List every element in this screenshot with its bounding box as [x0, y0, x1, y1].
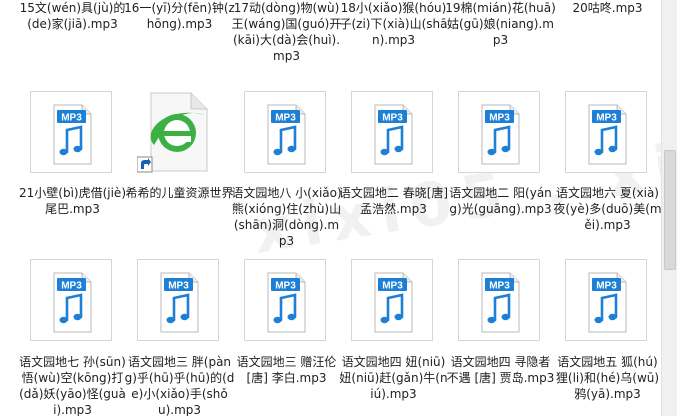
mp3-file-icon: MP3 [30, 259, 112, 341]
file-label: 语文园地二 阳(yáng)光(guāng).mp3 [449, 186, 552, 216]
svg-text:MP3: MP3 [596, 113, 617, 124]
svg-text:MP3: MP3 [61, 113, 82, 124]
svg-text:MP3: MP3 [489, 113, 510, 124]
file-label: 语文园地四 妞(niū)妞(niū)赶(gǎn)牛(niú).mp3 [339, 355, 448, 401]
file-label: 21小壁(bì)虎借(jiè)尾巴.mp3 [19, 186, 126, 216]
mp3-file-icon: MP3 [565, 259, 647, 341]
file-label: 15文(wén)具(jù)的(de)家(jiā).mp3 [19, 1, 126, 31]
svg-text:MP3: MP3 [489, 281, 510, 292]
file-label: 希希的儿童资源世界 [125, 186, 234, 200]
file-label: 语文园地三 赠汪伦[唐] 李白.mp3 [236, 355, 337, 385]
file-label: 18小(xiǎo)猴(hóu)子(zi)下(xià)山(shān).mp3 [339, 1, 448, 47]
file-label: 语文园地三 胖(pàng)乎(hū)乎(hū)的(de)小(xiǎo)手(shǒ… [124, 355, 235, 416]
svg-text:MP3: MP3 [596, 281, 617, 292]
file-label: 19棉(mián)花(huā)姑(gū)娘(niang).mp3 [445, 1, 556, 47]
file-label: 语文园地七 孙(sūn)悟(wù)空(kōng)打(dǎ)妖(yāo)怪(guà… [19, 355, 126, 416]
mp3-file-icon: MP3 [458, 259, 540, 341]
file-label: 语文园地八 小(xiǎo)熊(xióng)住(zhù)山(shān)洞(dòng… [231, 186, 342, 248]
svg-text:MP3: MP3 [168, 281, 189, 292]
file-label: 语文园地四 寻隐者不遇 [唐] 贾岛.mp3 [446, 355, 555, 385]
file-label: 语文园地五 狐(hú)狸(li)和(hé)乌(wū)鸦(yā).mp3 [555, 355, 660, 401]
mp3-file-icon: MP3 [244, 259, 326, 341]
file-label: 16一(yī)分(fēn)钟(zhōng).mp3 [124, 1, 235, 31]
mp3-file-icon: MP3 [458, 91, 540, 173]
ie-shortcut-icon [137, 91, 219, 173]
svg-text:MP3: MP3 [61, 281, 82, 292]
file-label: 17动(dòng)物(wù)王(wáng)国(guó)开(kāi)大(dà)会(… [231, 1, 342, 63]
scrollbar-thumb[interactable] [664, 150, 676, 270]
file-label: 语文园地二 春晓[唐]孟浩然.mp3 [338, 186, 449, 216]
mp3-file-icon: MP3 [565, 91, 647, 173]
svg-text:MP3: MP3 [382, 281, 403, 292]
mp3-file-icon: MP3 [244, 91, 326, 173]
svg-text:MP3: MP3 [275, 113, 296, 124]
file-label: 语文园地六 夏(xià)夜(yè)多(duō)美(měi).mp3 [553, 186, 661, 232]
file-grid: xixi05 . xixi05 15文(wén)具(jù)的(de)家(jiā)… [0, 0, 661, 416]
mp3-file-icon: MP3 [30, 91, 112, 173]
mp3-file-icon: MP3 [351, 259, 433, 341]
mp3-file-icon: MP3 [351, 91, 433, 173]
svg-text:MP3: MP3 [382, 113, 403, 124]
file-label: 20咕咚.mp3 [572, 1, 643, 15]
vertical-scrollbar[interactable] [661, 0, 677, 416]
mp3-file-icon: MP3 [137, 259, 219, 341]
svg-text:MP3: MP3 [275, 281, 296, 292]
